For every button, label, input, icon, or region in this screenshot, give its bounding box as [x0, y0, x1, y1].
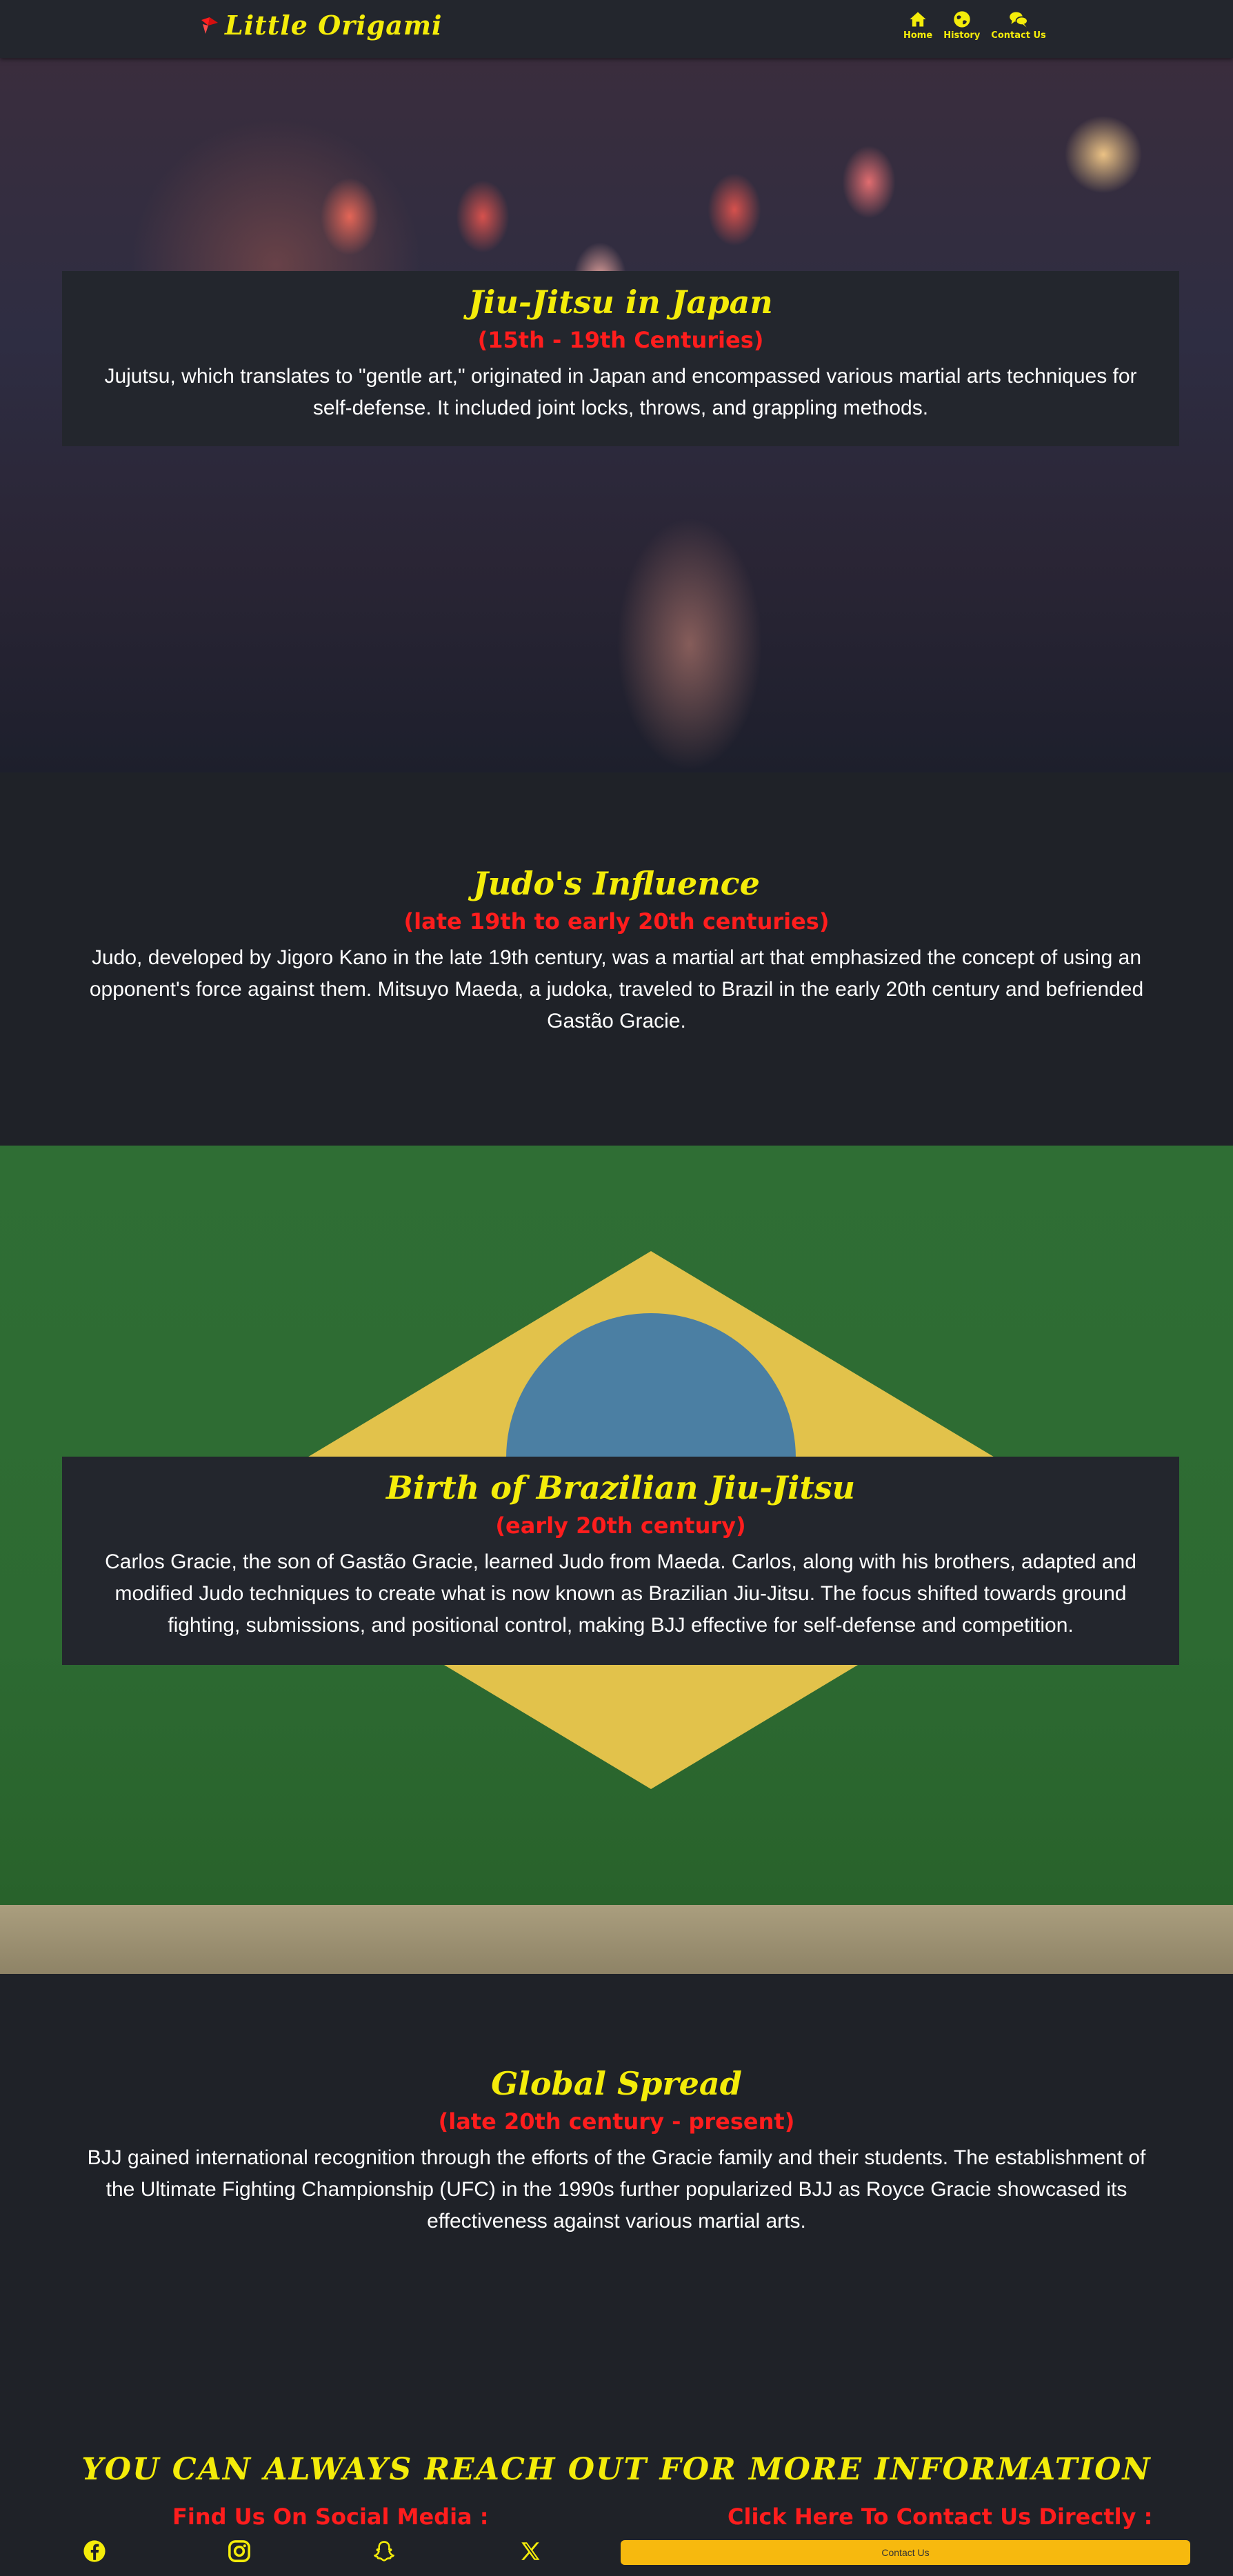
nav-links: Home History Contact Us	[903, 10, 1057, 41]
nav-history-label: History	[943, 30, 981, 41]
facebook-icon[interactable]	[83, 2539, 106, 2563]
brand-name: Little Origami	[225, 10, 443, 41]
brand[interactable]: Little Origami	[200, 10, 443, 41]
nav-contact[interactable]: Contact Us	[991, 10, 1046, 41]
nav-contact-label: Contact Us	[991, 30, 1046, 41]
section-period: (early 20th century)	[495, 1512, 746, 1539]
navbar: Little Origami Home History Contact Us	[0, 0, 1233, 58]
instagram-icon[interactable]	[228, 2539, 251, 2563]
globe-icon	[954, 11, 970, 28]
section-title: Judo's Influence	[473, 865, 760, 902]
social-heading: Find Us On Social Media :	[172, 2504, 489, 2530]
x-icon[interactable]	[519, 2539, 542, 2563]
section-title: Birth of Brazilian Jiu-Jitsu	[385, 1469, 856, 1506]
home-icon	[910, 12, 926, 27]
section-text: BJJ gained international recognition thr…	[87, 2146, 1146, 2233]
section-text: Judo, developed by Jigoro Kano in the la…	[89, 946, 1144, 1032]
contact-heading: Click Here To Contact Us Directly :	[728, 2504, 1153, 2530]
sidewalk	[0, 1905, 1233, 1974]
origami-logo-icon	[201, 17, 218, 34]
section-text: Jujutsu, which translates to "gentle art…	[104, 365, 1137, 419]
section-global-spread: Global Spread (late 20th century - prese…	[76, 2062, 1157, 2237]
nav-history[interactable]: History	[943, 10, 980, 41]
footer-heading: YOU CAN ALWAYS REACH OUT FOR MORE INFORM…	[81, 2452, 1152, 2487]
section-judo: Judo's Influence (late 19th to early 20t…	[76, 862, 1157, 1037]
section-period: (late 20th century - present)	[438, 2108, 795, 2135]
section-title: Global Spread	[491, 2065, 742, 2102]
section-brazil-card: Birth of Brazilian Jiu-Jitsu (early 20th…	[62, 1457, 1179, 1665]
section-title: Jiu-Jitsu in Japan	[468, 283, 773, 321]
contact-us-button[interactable]: Contact Us	[621, 2540, 1190, 2565]
nav-home[interactable]: Home	[903, 10, 932, 41]
section-period: (15th - 19th Centuries)	[477, 327, 764, 353]
section-period: (late 19th to early 20th centuries)	[403, 908, 830, 935]
snapchat-icon[interactable]	[372, 2539, 396, 2563]
nav-home-label: Home	[903, 30, 933, 41]
section-japan-card: Jiu-Jitsu in Japan (15th - 19th Centurie…	[62, 271, 1179, 446]
section-text: Carlos Gracie, the son of Gastão Gracie,…	[105, 1550, 1136, 1637]
chat-bubbles-icon	[1010, 12, 1028, 28]
